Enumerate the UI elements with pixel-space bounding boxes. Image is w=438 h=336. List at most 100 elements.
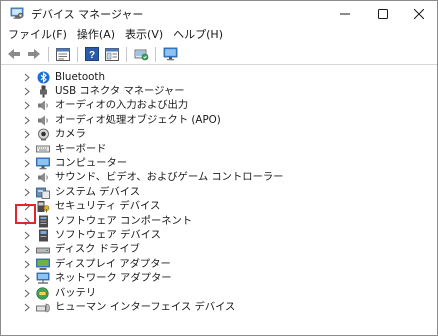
- back-icon: [8, 49, 20, 59]
- camera-icon: [36, 128, 50, 141]
- device-manager-app-icon: [10, 7, 24, 19]
- expand-chevron-icon[interactable]: [22, 158, 32, 170]
- device-tree: Bluetooth USB コネクタ マネージャー オーディオの入力および出力 オーデ…: [1, 64, 437, 335]
- back-button[interactable]: [5, 45, 23, 63]
- toolbar: ?: [1, 44, 437, 64]
- toolbar-separator: [48, 46, 49, 62]
- expand-chevron-icon[interactable]: [22, 71, 32, 83]
- expand-chevron-icon[interactable]: [22, 100, 32, 112]
- toolbar-separator: [126, 46, 127, 62]
- toolbar-separator: [155, 46, 156, 62]
- scan-hardware-button[interactable]: [132, 45, 150, 63]
- console-tree-button[interactable]: [103, 45, 121, 63]
- display-adapter-icon: [36, 258, 50, 271]
- tree-item-label: ヒューマン インターフェイス デバイス: [55, 301, 236, 314]
- network-adapter-icon: [36, 272, 50, 285]
- disk-drive-icon: [36, 243, 50, 256]
- scan-hardware-icon: [134, 49, 148, 61]
- tree-item-label: ディスク ドライブ: [55, 243, 140, 256]
- tree-item[interactable]: セキュリティ デバイス: [1, 200, 437, 214]
- tree-item-label: ソフトウェア コンポーネント: [55, 214, 193, 227]
- expand-chevron-icon[interactable]: [22, 86, 32, 98]
- computer-icon: [36, 157, 50, 170]
- expand-chevron-icon[interactable]: [22, 143, 32, 155]
- bluetooth-icon: [36, 71, 50, 84]
- properties-button[interactable]: [54, 45, 72, 63]
- speaker-icon: [36, 99, 50, 112]
- tree-item-label: キーボード: [55, 142, 107, 155]
- monitor-icon: [163, 47, 177, 61]
- forward-button[interactable]: [25, 45, 43, 63]
- tree-item[interactable]: ソフトウェア デバイス: [1, 228, 437, 242]
- minimize-icon: [340, 13, 350, 14]
- tree-item[interactable]: バッテリ: [1, 286, 437, 300]
- tree-item[interactable]: ソフトウェア コンポーネント: [1, 214, 437, 228]
- speaker-icon: [36, 171, 50, 184]
- software-device-icon: [36, 229, 50, 242]
- menu-action[interactable]: 操作(A): [72, 26, 120, 44]
- tree-item[interactable]: ヒューマン インターフェイス デバイス: [1, 300, 437, 314]
- menu-file[interactable]: ファイル(F): [1, 26, 72, 44]
- tree-item[interactable]: USB コネクタ マネージャー: [1, 84, 437, 98]
- properties-icon: [56, 47, 70, 61]
- svg-text:?: ?: [89, 50, 95, 61]
- expand-chevron-icon[interactable]: [22, 186, 32, 198]
- monitor-button[interactable]: [161, 45, 179, 63]
- forward-icon: [28, 49, 40, 59]
- tree-item[interactable]: ネットワーク アダプター: [1, 272, 437, 286]
- tree-item[interactable]: サウンド、ビデオ、およびゲーム コントローラー: [1, 171, 437, 185]
- console-tree-icon: [105, 47, 119, 61]
- help-button[interactable]: ?: [83, 45, 101, 63]
- title-bar: デバイス マネージャー: [1, 1, 437, 26]
- tree-item-label: オーディオの入力および出力: [55, 99, 189, 112]
- keyboard-icon: [36, 143, 50, 156]
- device-manager-window: デバイス マネージャー ファイル(F) 操作(A) 表示(V) ヘルプ(H) ?…: [0, 0, 438, 336]
- help-icon: ?: [85, 47, 99, 61]
- tree-item-label: セキュリティ デバイス: [55, 200, 161, 213]
- tree-item-label: カメラ: [55, 128, 86, 141]
- tree-item-label: ソフトウェア デバイス: [55, 229, 161, 242]
- expand-chevron-icon[interactable]: [22, 244, 32, 256]
- highlight-box: [15, 204, 36, 224]
- window-title: デバイス マネージャー: [31, 8, 144, 21]
- tree-item-label: USB コネクタ マネージャー: [55, 85, 185, 98]
- battery-icon: [36, 287, 50, 300]
- expand-chevron-icon[interactable]: [22, 287, 32, 299]
- software-component-icon: [36, 215, 50, 228]
- tree-item-label: サウンド、ビデオ、およびゲーム コントローラー: [55, 171, 284, 184]
- tree-item[interactable]: システム デバイス: [1, 185, 437, 199]
- tree-item-label: Bluetooth: [55, 70, 105, 83]
- expand-chevron-icon[interactable]: [22, 114, 32, 126]
- menu-help[interactable]: ヘルプ(H): [168, 26, 228, 44]
- expand-chevron-icon[interactable]: [22, 129, 32, 141]
- tree-item[interactable]: ディスク ドライブ: [1, 243, 437, 257]
- expand-chevron-icon[interactable]: [22, 302, 32, 314]
- tree-item[interactable]: Bluetooth: [1, 70, 437, 84]
- tree-item-label: ネットワーク アダプター: [55, 272, 172, 285]
- maximize-button[interactable]: [365, 1, 401, 26]
- expand-chevron-icon[interactable]: [22, 172, 32, 184]
- expand-chevron-icon[interactable]: [22, 230, 32, 242]
- menu-bar: ファイル(F) 操作(A) 表示(V) ヘルプ(H): [1, 26, 437, 44]
- maximize-icon: [378, 8, 388, 19]
- tree-item[interactable]: コンピューター: [1, 156, 437, 170]
- close-icon: [414, 8, 424, 19]
- hid-icon: [36, 301, 50, 314]
- tree-item[interactable]: オーディオ処理オブジェクト (APO): [1, 113, 437, 127]
- tree-item-label: ディスプレイ アダプター: [55, 257, 171, 270]
- tree-item[interactable]: カメラ: [1, 128, 437, 142]
- tree-item-label: システム デバイス: [55, 185, 141, 198]
- expand-chevron-icon[interactable]: [22, 273, 32, 285]
- tree-item[interactable]: オーディオの入力および出力: [1, 99, 437, 113]
- tree-item-label: オーディオ処理オブジェクト (APO): [55, 113, 221, 126]
- tree-item[interactable]: ディスプレイ アダプター: [1, 257, 437, 271]
- menu-view[interactable]: 表示(V): [120, 26, 168, 44]
- toolbar-separator: [77, 46, 78, 62]
- tree-item-label: バッテリ: [55, 286, 97, 299]
- close-button[interactable]: [401, 1, 437, 26]
- expand-chevron-icon[interactable]: [22, 258, 32, 270]
- system-device-icon: [36, 186, 50, 199]
- minimize-button[interactable]: [327, 1, 363, 26]
- tree-item[interactable]: キーボード: [1, 142, 437, 156]
- tree-item-label: コンピューター: [55, 157, 128, 170]
